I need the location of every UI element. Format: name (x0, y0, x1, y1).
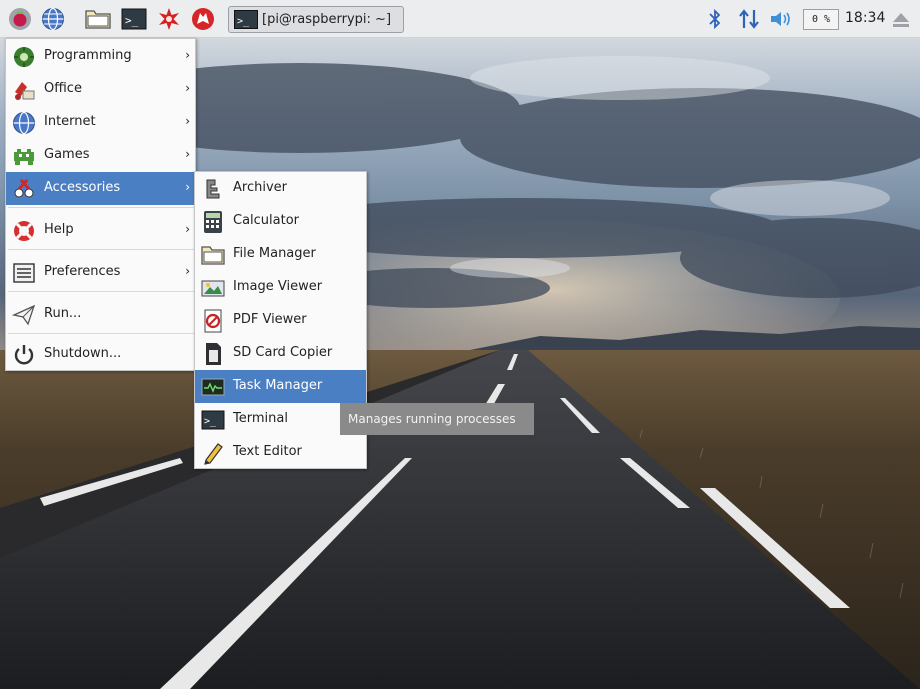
programming-icon (12, 45, 36, 69)
menu-item-internet[interactable]: Internet › (6, 106, 195, 139)
submenu-arrow-icon: › (185, 81, 190, 95)
tooltip: Manages running processes (340, 403, 534, 435)
menu-item-label: Preferences (44, 264, 121, 279)
raspberry-icon[interactable] (8, 7, 32, 31)
menu-item-label: Help (44, 222, 74, 237)
submenu-item-text-editor[interactable]: Text Editor (195, 436, 366, 469)
menu-item-accessories[interactable]: Accessories › (6, 172, 195, 205)
office-icon (12, 78, 36, 102)
menu-item-label: Run... (44, 306, 82, 321)
eject-icon[interactable] (890, 7, 912, 31)
sd-card-icon (201, 342, 225, 366)
clock[interactable]: 18:34 (845, 10, 885, 26)
submenu-arrow-icon: › (185, 48, 190, 62)
menu-item-label: SD Card Copier (233, 345, 333, 360)
submenu-arrow-icon: › (185, 114, 190, 128)
terminal-icon: >_ (234, 10, 258, 33)
text-editor-icon (201, 441, 225, 465)
svg-text:>_: >_ (237, 16, 250, 27)
menu-item-label: Office (44, 81, 82, 96)
folder-icon (201, 243, 225, 267)
menu-item-label: Programming (44, 48, 132, 63)
menu-item-preferences[interactable]: Preferences › (6, 256, 195, 289)
submenu-arrow-icon: › (185, 147, 190, 161)
menu-item-label: Image Viewer (233, 279, 323, 294)
calculator-icon (201, 210, 225, 234)
wolfram-icon[interactable] (191, 7, 215, 31)
menu-item-label: Text Editor (233, 444, 302, 459)
preferences-icon (12, 261, 36, 285)
cpu-usage-monitor[interactable]: 0 % (803, 9, 839, 30)
menu-item-label: Shutdown... (44, 346, 122, 361)
submenu-arrow-icon: › (185, 222, 190, 236)
games-icon (12, 144, 36, 168)
menu-item-run[interactable]: Run... (6, 298, 195, 331)
volume-icon[interactable] (768, 7, 796, 31)
bluetooth-icon[interactable] (706, 7, 724, 31)
menu-separator (8, 249, 194, 250)
submenu-item-pdf-viewer[interactable]: PDF Viewer (195, 304, 366, 337)
menu-item-games[interactable]: Games › (6, 139, 195, 172)
menu-item-label: Calculator (233, 213, 300, 228)
menu-separator (8, 291, 194, 292)
submenu-item-archiver[interactable]: Archiver (195, 172, 366, 205)
terminal-icon: >_ (201, 408, 225, 432)
globe-icon (12, 111, 36, 135)
accessories-icon (12, 177, 36, 201)
menu-separator (8, 207, 194, 208)
menu-item-label: File Manager (233, 246, 316, 261)
menu-item-help[interactable]: Help › (6, 214, 195, 247)
submenu-arrow-icon: › (185, 180, 190, 194)
svg-text:>_: >_ (204, 416, 217, 427)
run-icon (11, 303, 36, 327)
web-browser-icon[interactable] (41, 7, 65, 31)
submenu-item-image-viewer[interactable]: Image Viewer (195, 271, 366, 304)
archiver-icon (201, 177, 225, 201)
terminal-icon[interactable]: >_ (121, 7, 147, 31)
menu-item-label: Archiver (233, 180, 287, 195)
menu-item-label: Accessories (44, 180, 121, 195)
power-icon (12, 343, 36, 367)
svg-text:>_: >_ (125, 14, 139, 27)
menu-item-label: Games (44, 147, 90, 162)
menu-item-label: PDF Viewer (233, 312, 307, 327)
network-icon[interactable] (737, 7, 761, 31)
file-manager-icon[interactable] (84, 7, 112, 31)
top-panel: >_ >_ [pi@raspberrypi: ~] 0 % 18:34 (0, 0, 920, 38)
submenu-item-calculator[interactable]: Calculator (195, 205, 366, 238)
menu-item-office[interactable]: Office › (6, 73, 195, 106)
submenu-item-sd-card-copier[interactable]: SD Card Copier (195, 337, 366, 370)
submenu-item-file-manager[interactable]: File Manager (195, 238, 366, 271)
mathematica-icon[interactable] (157, 7, 181, 31)
submenu-item-task-manager[interactable]: Task Manager (195, 370, 366, 403)
help-icon (12, 219, 36, 243)
terminal-window-task-button[interactable]: >_ [pi@raspberrypi: ~] (228, 6, 404, 33)
menu-item-label: Task Manager (233, 378, 323, 393)
submenu-arrow-icon: › (185, 264, 190, 278)
task-title: [pi@raspberrypi: ~] (262, 12, 392, 27)
task-manager-icon (201, 375, 225, 399)
menu-item-label: Internet (44, 114, 96, 129)
menu-item-programming[interactable]: Programming › (6, 40, 195, 73)
application-menu: Programming › Office › Internet › Games … (5, 38, 196, 371)
menu-separator (8, 333, 194, 334)
pdf-icon (201, 309, 225, 333)
menu-item-label: Terminal (233, 411, 288, 426)
menu-item-shutdown[interactable]: Shutdown... (6, 338, 195, 371)
image-viewer-icon (201, 276, 225, 300)
